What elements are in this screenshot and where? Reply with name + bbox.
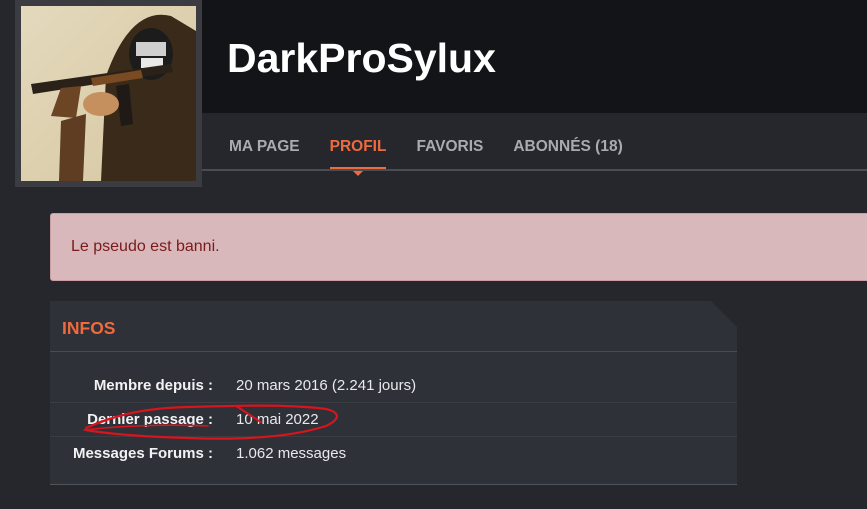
avatar-image [21, 6, 196, 181]
profile-page: DarkProSylux MA PAGE PROFIL FAVORIS ABON… [0, 0, 867, 509]
info-label: Membre depuis : [93, 377, 213, 394]
tab-favoris[interactable]: FAVORIS [416, 137, 483, 169]
ban-alert: Le pseudo est banni. [50, 213, 867, 281]
tab-profil[interactable]: PROFIL [329, 137, 386, 176]
profile-username: DarkProSylux [227, 35, 496, 81]
infos-separator [50, 351, 737, 352]
avatar [15, 0, 202, 187]
info-value: 20 mars 2016 (2.241 jours) [236, 377, 417, 394]
infos-panel: INFOS Membre depuis : 20 mars 2016 (2.24… [50, 301, 737, 485]
info-row-member-since: Membre depuis : 20 mars 2016 (2.241 jour… [50, 369, 737, 403]
panel-corner-cut [711, 301, 737, 327]
nav-divider [202, 169, 867, 171]
infos-title: INFOS [62, 318, 116, 338]
profile-nav: MA PAGE PROFIL FAVORIS ABONNÉS (18) [229, 137, 653, 176]
tab-ma-page[interactable]: MA PAGE [229, 137, 300, 169]
info-row-forum-messages: Messages Forums : 1.062 messages [50, 437, 737, 471]
info-value: 10 mai 2022 [236, 411, 319, 428]
info-value: 1.062 messages [236, 445, 347, 462]
info-row-last-visit: Dernier passage : 10 mai 2022 [50, 403, 737, 437]
tab-abonnes[interactable]: ABONNÉS (18) [513, 137, 622, 169]
info-label: Messages Forums : [72, 445, 213, 462]
info-label: Dernier passage : [87, 411, 213, 428]
